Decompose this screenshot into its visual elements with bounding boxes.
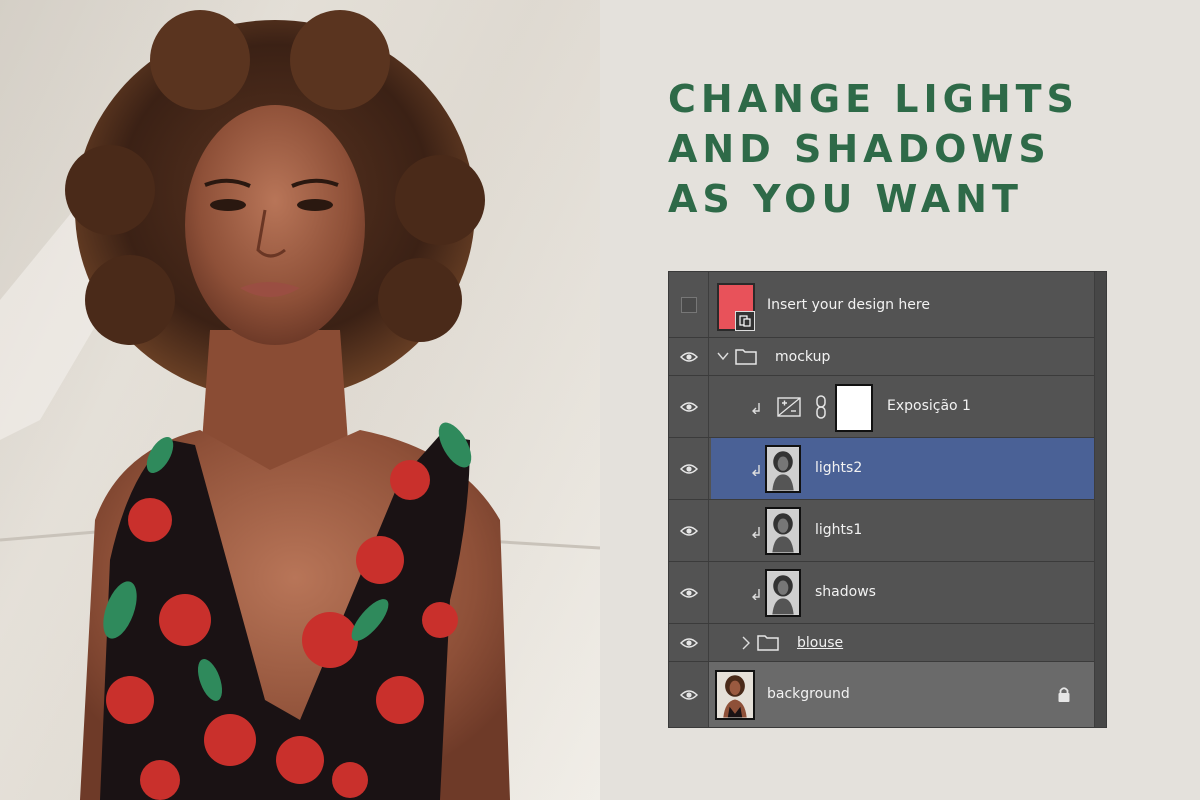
- headline: CHANGE LIGHTS AND SHADOWS AS YOU WANT: [668, 74, 1168, 224]
- layer-name: blouse: [797, 635, 844, 651]
- clip-arrow-icon: [752, 527, 760, 538]
- layer-name: background: [767, 686, 850, 702]
- layer-name: shadows: [815, 584, 876, 600]
- layer-content: blouse: [711, 624, 1096, 661]
- exposure-icon: [777, 397, 801, 417]
- visibility-toggle[interactable]: [669, 624, 709, 661]
- layer-row-mockup[interactable]: mockup: [669, 338, 1096, 376]
- layer-name: mockup: [775, 349, 831, 365]
- eye-icon[interactable]: [679, 401, 698, 413]
- visibility-toggle[interactable]: [669, 272, 709, 337]
- layers-panel: Insert your design here mockup Exposição…: [668, 271, 1107, 728]
- visibility-toggle[interactable]: [669, 438, 709, 499]
- layer-name: lights1: [815, 522, 863, 538]
- layer-content: mockup: [711, 338, 1096, 375]
- layer-row-lights1[interactable]: lights1: [669, 500, 1096, 562]
- headline-line-2: AND SHADOWS: [668, 127, 1051, 171]
- eye-icon[interactable]: [679, 637, 698, 649]
- eye-icon[interactable]: [679, 351, 698, 363]
- smart-object-icon: [735, 311, 755, 331]
- link-icon[interactable]: [815, 395, 827, 419]
- layer-content: shadows: [711, 562, 1096, 623]
- layer-thumbnail: [765, 507, 801, 555]
- layer-thumbnail: [765, 569, 801, 617]
- visibility-toggle[interactable]: [669, 662, 709, 727]
- layer-row-background[interactable]: background: [669, 662, 1096, 727]
- smart-object-thumbnail: [717, 283, 755, 331]
- layer-name: lights2: [815, 460, 863, 476]
- layer-row-design[interactable]: Insert your design here: [669, 272, 1096, 338]
- layer-content: background: [711, 662, 1096, 727]
- layer-thumbnail: [765, 445, 801, 493]
- layer-content: Exposição 1: [711, 376, 1096, 437]
- clip-arrow-icon: [752, 465, 760, 476]
- clip-arrow-icon: [752, 403, 760, 414]
- lock-icon[interactable]: [1057, 686, 1071, 703]
- layer-thumbnail: [715, 670, 755, 720]
- layer-content: lights1: [711, 500, 1096, 561]
- model-photo: [0, 0, 600, 800]
- layer-name: Insert your design here: [767, 297, 930, 313]
- clip-arrow-icon: [752, 589, 760, 600]
- panel-scrollbar[interactable]: [1094, 272, 1106, 727]
- visibility-toggle[interactable]: [669, 500, 709, 561]
- visibility-toggle[interactable]: [669, 562, 709, 623]
- visibility-toggle[interactable]: [669, 338, 709, 375]
- layer-row-exposure[interactable]: Exposição 1: [669, 376, 1096, 438]
- eye-icon[interactable]: [679, 463, 698, 475]
- layer-row-lights2[interactable]: lights2: [669, 438, 1096, 500]
- layer-mask-thumbnail[interactable]: [835, 384, 873, 432]
- chevron-right-icon[interactable]: [741, 636, 751, 650]
- eye-icon[interactable]: [679, 525, 698, 537]
- layer-content: lights2: [711, 438, 1096, 499]
- visibility-toggle[interactable]: [669, 376, 709, 437]
- layer-row-blouse[interactable]: blouse: [669, 624, 1096, 662]
- folder-icon: [735, 349, 757, 365]
- eye-icon[interactable]: [679, 689, 698, 701]
- chevron-down-icon[interactable]: [717, 351, 729, 361]
- layer-name: Exposição 1: [887, 398, 971, 414]
- visibility-empty-box[interactable]: [680, 296, 697, 313]
- headline-line-3: AS YOU WANT: [668, 177, 1023, 221]
- eye-icon[interactable]: [679, 587, 698, 599]
- folder-icon: [757, 635, 779, 651]
- headline-line-1: CHANGE LIGHTS: [668, 77, 1079, 121]
- layer-row-shadows[interactable]: shadows: [669, 562, 1096, 624]
- portrait-illustration: [0, 0, 600, 800]
- layer-content: Insert your design here: [711, 272, 1096, 337]
